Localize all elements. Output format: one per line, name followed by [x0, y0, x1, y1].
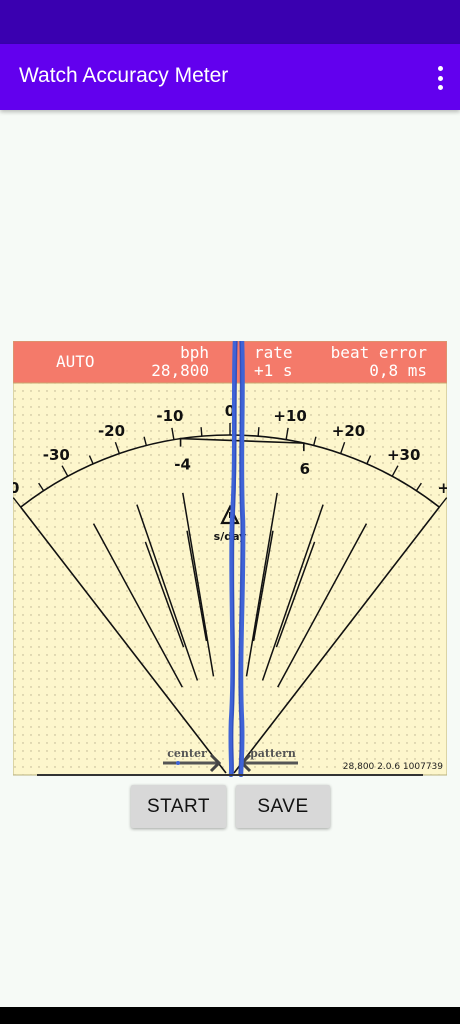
- more-vert-icon[interactable]: [434, 66, 446, 90]
- center-marker: [176, 761, 180, 765]
- scale-tick-label: -30: [43, 446, 70, 464]
- scale-tick-label: +30: [387, 446, 420, 464]
- scale-tick-label: +20: [332, 422, 365, 440]
- center-label: center: [167, 747, 207, 760]
- scale-tick-label: -10: [156, 407, 183, 425]
- rate-value: +1 s: [254, 361, 293, 380]
- tolerance-high-label: 6: [300, 460, 310, 478]
- save-button[interactable]: SAVE: [236, 785, 330, 828]
- scale-tick-label: +40: [437, 479, 447, 497]
- scale-tick-label: -20: [98, 422, 125, 440]
- scale-tick: [200, 427, 203, 437]
- status-bar: [0, 0, 460, 44]
- beat-error-label: beat error: [331, 343, 428, 362]
- version-info: 28,800 2.0.6 1007739: [343, 762, 443, 772]
- scale-tick-label: +10: [273, 407, 306, 425]
- rate-label: rate: [254, 343, 293, 362]
- app-bar: Watch Accuracy Meter: [0, 44, 460, 110]
- beat-error-value: 0,8 ms: [369, 361, 427, 380]
- tolerance-low-label: -4: [174, 456, 191, 474]
- scale-tick-label: -40: [13, 479, 19, 497]
- bph-value: 28,800: [151, 361, 209, 380]
- pattern-label: pattern: [250, 747, 296, 760]
- app-title: Watch Accuracy Meter: [19, 64, 229, 87]
- mode-label: AUTO: [56, 352, 95, 371]
- navigation-bar: [0, 1007, 460, 1024]
- meter-canvas: AUTO bph 28,800 rate +1 s beat error 0,8…: [13, 341, 447, 777]
- bph-label: bph: [180, 343, 209, 362]
- start-button[interactable]: START: [131, 785, 226, 828]
- accuracy-meter: AUTO bph 28,800 rate +1 s beat error 0,8…: [13, 341, 447, 777]
- scale-tick: [257, 427, 260, 437]
